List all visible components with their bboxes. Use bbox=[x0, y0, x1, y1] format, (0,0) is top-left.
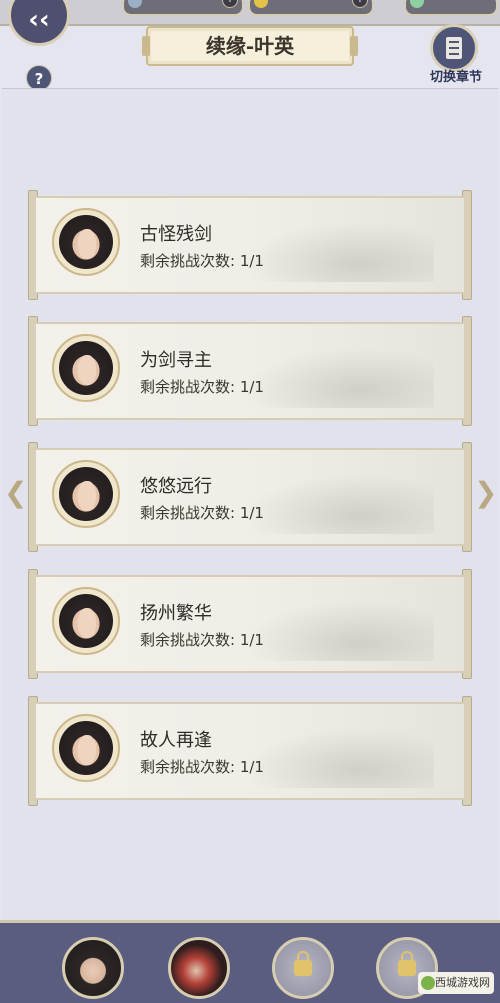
mountain-painting bbox=[244, 348, 434, 408]
avatar bbox=[52, 460, 120, 528]
lock-icon bbox=[398, 951, 416, 976]
quest-title: 故人再逢 bbox=[140, 730, 212, 751]
back-button[interactable]: ‹‹ bbox=[8, 0, 70, 46]
chapter-switch-label[interactable]: 切换章节 bbox=[418, 66, 494, 85]
quest-title: 古怪残剑 bbox=[140, 224, 212, 245]
quest-card[interactable]: 故人再逢 剩余挑战次数: 1/1 bbox=[28, 696, 472, 806]
quest-card[interactable]: 悠悠远行 剩余挑战次数: 1/1 bbox=[28, 442, 472, 552]
quest-card[interactable]: 扬州繁华 剩余挑战次数: 1/1 bbox=[28, 569, 472, 679]
avatar bbox=[52, 334, 120, 402]
resource-jade bbox=[404, 0, 498, 16]
quest-attempts: 剩余挑战次数: 1/1 bbox=[140, 504, 264, 522]
quest-attempts: 剩余挑战次数: 1/1 bbox=[140, 631, 264, 649]
character-locked-1[interactable] bbox=[272, 937, 334, 999]
chevron-left-icon[interactable]: ❮ bbox=[4, 476, 27, 510]
mountain-painting bbox=[244, 474, 434, 534]
avatar bbox=[52, 208, 120, 276]
resource-stamina: + bbox=[122, 0, 244, 16]
quest-attempts: 剩余挑战次数: 1/1 bbox=[140, 252, 264, 270]
quest-attempts: 剩余挑战次数: 1/1 bbox=[140, 758, 264, 776]
quest-card[interactable]: 为剑寻主 剩余挑战次数: 1/1 bbox=[28, 316, 472, 426]
quest-card[interactable]: 古怪残剑 剩余挑战次数: 1/1 bbox=[28, 190, 472, 300]
quest-title: 扬州繁华 bbox=[140, 603, 212, 624]
add-gold-button[interactable]: + bbox=[352, 0, 368, 8]
character-ye-ying[interactable] bbox=[62, 937, 124, 999]
mountain-painting bbox=[244, 728, 434, 788]
quest-title: 悠悠远行 bbox=[140, 476, 212, 497]
quest-attempts: 剩余挑战次数: 1/1 bbox=[140, 378, 264, 396]
chevron-right-icon[interactable]: ❯ bbox=[474, 476, 497, 510]
gold-coin-icon bbox=[254, 0, 268, 8]
lock-icon bbox=[294, 951, 312, 976]
character-red-hair[interactable] bbox=[168, 937, 230, 999]
watermark-logo-icon bbox=[421, 976, 435, 990]
jade-icon bbox=[410, 0, 424, 8]
add-stamina-button[interactable]: + bbox=[222, 0, 238, 8]
resource-bar: + + bbox=[0, 0, 500, 26]
watermark: 西城游戏网 bbox=[418, 972, 494, 994]
avatar bbox=[52, 587, 120, 655]
quest-title: 为剑寻主 bbox=[140, 350, 212, 371]
mountain-painting bbox=[244, 222, 434, 282]
back-arrow-icon: ‹‹ bbox=[28, 5, 50, 35]
book-icon bbox=[446, 37, 462, 61]
resource-gold: + bbox=[248, 0, 374, 16]
mountain-painting bbox=[244, 601, 434, 661]
page-title: 续缘-叶英 bbox=[142, 26, 358, 66]
stamina-icon bbox=[128, 0, 142, 8]
chapter-switch-button[interactable] bbox=[430, 24, 478, 72]
avatar bbox=[52, 714, 120, 782]
